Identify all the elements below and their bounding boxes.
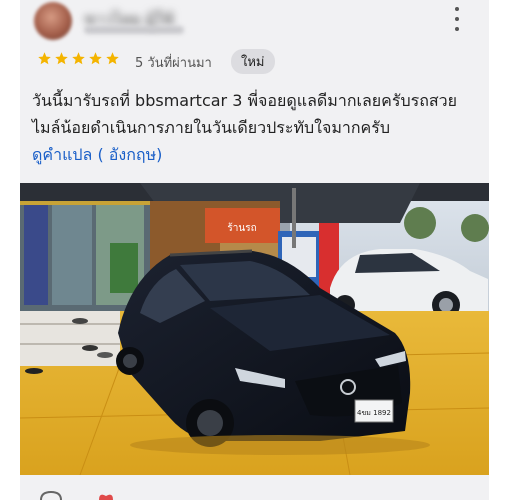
heart-icon[interactable] (94, 490, 120, 500)
shop-sign-text: ร้านรถ (227, 222, 256, 234)
star-icon (38, 52, 51, 65)
star-icon (72, 52, 85, 65)
review-card: ชาวไทย ผู้ใช้ 5 วันที่ผ่านมา ใหม่ วันนี้… (20, 0, 489, 500)
review-photo[interactable]: ร้านรถ 4ขม 1892 (20, 183, 489, 475)
car-photo-illustration: ร้านรถ 4ขม 1892 (20, 183, 489, 475)
reaction-bar (38, 490, 120, 500)
right-margin (489, 0, 510, 500)
review-text: วันนี้มารับรถที่ bbsmartcar 3 พี่จอยดูแล… (32, 91, 458, 137)
license-plate-text: 4ขม 1892 (357, 409, 391, 417)
star-icon (106, 52, 119, 65)
comment-icon[interactable] (38, 490, 64, 500)
star-rating (37, 51, 120, 66)
reviewer-avatar[interactable] (34, 2, 72, 40)
reviewer-meta-blurred (84, 26, 184, 34)
more-options-button[interactable] (446, 7, 468, 31)
translate-link[interactable]: ดูคำแปล ( อังกฤษ) (32, 141, 162, 168)
more-vert-icon (455, 7, 459, 11)
new-badge: ใหม่ (231, 49, 275, 74)
star-icon (55, 52, 68, 65)
left-margin (0, 0, 20, 500)
review-time: 5 วันที่ผ่านมา (135, 56, 212, 71)
star-icon (89, 52, 102, 65)
